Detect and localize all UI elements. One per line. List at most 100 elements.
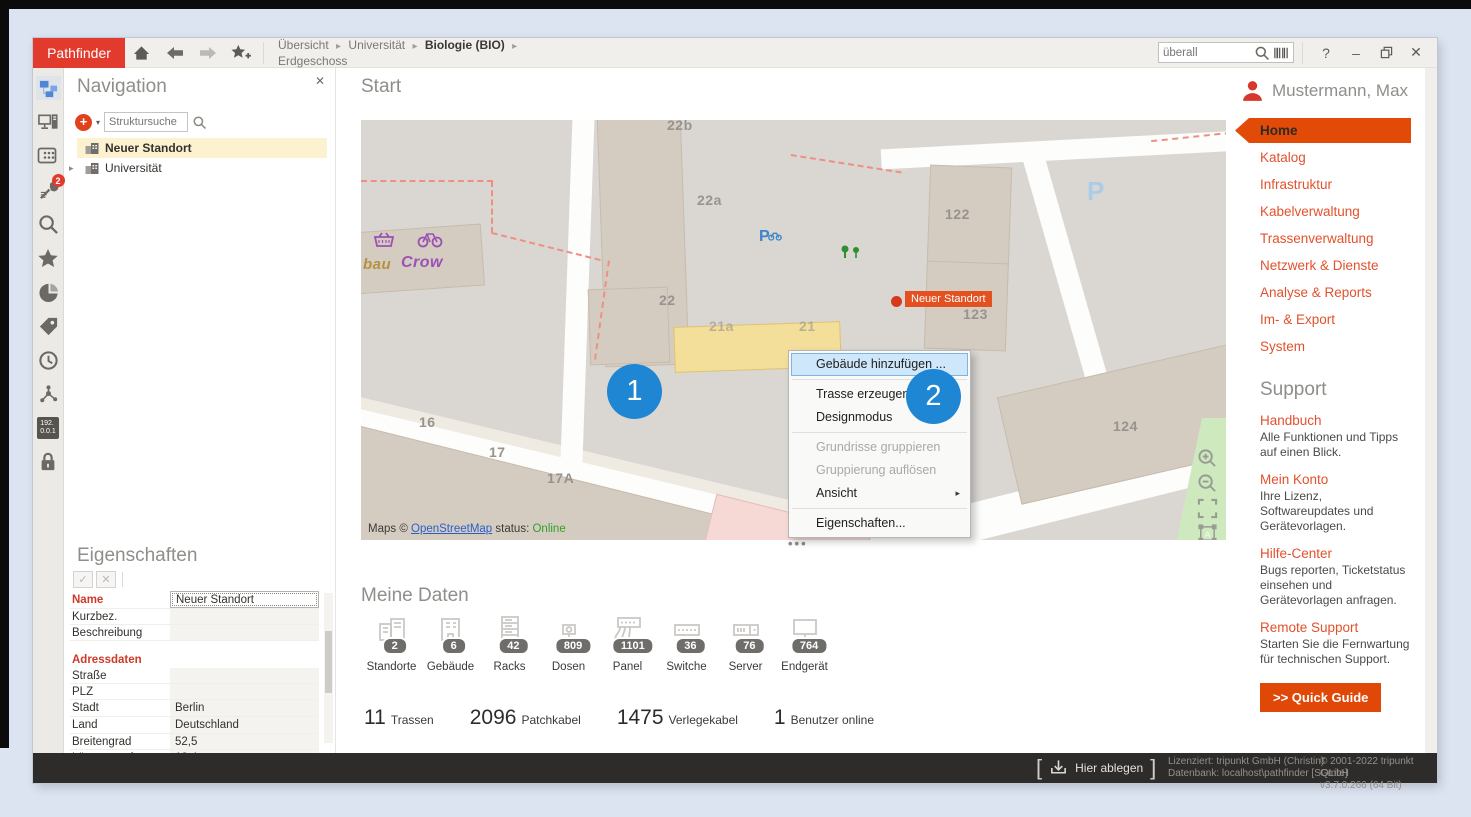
stat-server[interactable]: 76 Server	[716, 614, 775, 690]
breadcrumb-arrow-icon: ▸	[336, 41, 341, 52]
beschreibung-value[interactable]	[170, 625, 319, 640]
user-row[interactable]: Mustermann, Max	[1241, 80, 1425, 102]
select-area-button[interactable]: A	[1197, 523, 1218, 540]
rail-history-button[interactable]	[36, 348, 61, 372]
menu-im-export[interactable]: Im- & Export	[1235, 307, 1425, 332]
close-button[interactable]: ✕	[1401, 38, 1431, 68]
stat-dosen[interactable]: 809 Dosen	[539, 614, 598, 690]
zoom-in-button[interactable]	[1197, 448, 1218, 469]
stat-badge: 2	[382, 637, 408, 655]
help-button[interactable]: ?	[1311, 38, 1341, 68]
rail-patchpanel-button[interactable]	[36, 144, 61, 168]
property-row: Breitengrad 52,5	[70, 734, 319, 750]
property-grid: Name Neuer Standort Kurzbez. Beschreibun…	[70, 591, 319, 753]
support-link-hilfe-center[interactable]: Hilfe-Center	[1260, 546, 1425, 561]
map-road	[881, 131, 1226, 170]
barcode-scan-icon[interactable]	[1273, 46, 1289, 60]
add-node-dropdown-icon[interactable]: ▾	[96, 118, 100, 127]
stat-racks[interactable]: 42 Racks	[480, 614, 539, 690]
structure-search-input[interactable]	[104, 112, 188, 132]
map-resize-handle[interactable]: •••	[788, 536, 808, 551]
menu-item-eigenschaften[interactable]: Eigenschaften...	[791, 512, 968, 535]
tree-item-neuer-standort[interactable]: Neuer Standort	[65, 138, 335, 158]
pathfinder-window: Pathfinder Übersicht ▸ U	[33, 38, 1437, 783]
drop-zone[interactable]: [ Hier ablegen ]	[1036, 753, 1156, 783]
total-trassen: 11Trassen	[364, 706, 434, 730]
breadcrumb-item[interactable]: Universität	[348, 38, 405, 52]
rail-tools-button[interactable]: 2	[36, 178, 61, 202]
support-link-remote-support[interactable]: Remote Support	[1260, 620, 1425, 635]
properties-panel: Eigenschaften ✓ ✕ Name Neuer Standort Ku…	[65, 545, 336, 753]
rail-ip-management-button[interactable]: 192. 0.0.1	[36, 416, 61, 440]
map-label: 122	[945, 206, 970, 222]
search-icon[interactable]	[192, 115, 207, 130]
site-icon	[85, 162, 99, 175]
titlebar-divider	[1302, 42, 1303, 64]
menu-item-ansicht[interactable]: Ansicht ▸	[791, 482, 968, 505]
site-marker-dot[interactable]	[891, 296, 902, 307]
forward-button[interactable]	[191, 38, 224, 68]
bracket-icon: [	[1036, 755, 1042, 781]
apply-button[interactable]: ✓	[73, 571, 93, 588]
my-data-title: Meine Daten	[361, 585, 469, 607]
plz-value[interactable]	[170, 684, 319, 699]
menu-katalog[interactable]: Katalog	[1235, 145, 1425, 170]
add-node-button[interactable]: +	[75, 114, 92, 131]
rail-structure-button[interactable]	[36, 76, 61, 100]
menu-home[interactable]: Home	[1235, 118, 1411, 143]
global-search-input[interactable]	[1163, 47, 1254, 59]
rail-search-button[interactable]	[36, 212, 61, 236]
parking-label: P	[1087, 176, 1104, 207]
zoom-out-button[interactable]	[1197, 473, 1218, 494]
properties-toolbar: ✓ ✕	[73, 571, 123, 588]
home-button[interactable]	[125, 38, 158, 68]
menu-system[interactable]: System	[1235, 334, 1425, 359]
map-label: 17A	[547, 470, 574, 486]
tree-item-universitaet[interactable]: ▸ Universität	[65, 158, 335, 178]
menu-netzwerk-dienste[interactable]: Netzwerk & Dienste	[1235, 253, 1425, 278]
menu-analyse-reports[interactable]: Analyse & Reports	[1235, 280, 1425, 305]
stat-switche[interactable]: 36 Switche	[657, 614, 716, 690]
menu-kabelverwaltung[interactable]: Kabelverwaltung	[1235, 199, 1425, 224]
breadcrumb-item-current-building[interactable]: Biologie (BIO)	[425, 38, 505, 52]
add-favorite-button[interactable]	[224, 38, 257, 68]
land-value[interactable]: Deutschland	[170, 717, 319, 733]
menu-trassenverwaltung[interactable]: Trassenverwaltung	[1235, 226, 1425, 251]
navigation-close-button[interactable]: ✕	[315, 74, 325, 88]
minimize-button[interactable]: –	[1341, 38, 1371, 68]
site-marker-label[interactable]: Neuer Standort	[905, 291, 992, 307]
scrollbar-thumb[interactable]	[325, 631, 332, 693]
breadcrumb-item[interactable]: Übersicht	[278, 38, 329, 52]
app-logo[interactable]: Pathfinder	[33, 38, 125, 68]
rail-security-button[interactable]	[36, 450, 61, 474]
search-icon[interactable]	[1254, 45, 1270, 61]
tree-expander-icon[interactable]: ▸	[69, 163, 74, 174]
discard-button[interactable]: ✕	[96, 571, 116, 588]
stat-standorte[interactable]: 2 Standorte	[362, 614, 421, 690]
name-value-input[interactable]: Neuer Standort	[170, 591, 319, 608]
rail-topology-button[interactable]	[36, 382, 61, 406]
support-link-handbuch[interactable]: Handbuch	[1260, 413, 1425, 428]
menu-infrastruktur[interactable]: Infrastruktur	[1235, 172, 1425, 197]
restore-button[interactable]	[1371, 38, 1401, 68]
openstreetmap-link[interactable]: OpenStreetMap	[411, 523, 492, 535]
stat-gebaeude[interactable]: 6 Gebäude	[421, 614, 480, 690]
stat-endgeraet[interactable]: 764 Endgerät	[775, 614, 834, 690]
breadcrumb-item-floor[interactable]: Erdgeschoss	[278, 54, 347, 68]
breitengrad-value[interactable]: 52,5	[170, 734, 319, 749]
kurzbez-value[interactable]	[170, 609, 319, 624]
strasse-value[interactable]	[170, 668, 319, 683]
support-link-mein-konto[interactable]: Mein Konto	[1260, 472, 1425, 487]
version-info: © 2001-2022 tripunkt GmbH v3.7.0.266 (64…	[1320, 756, 1437, 792]
rail-reports-button[interactable]	[36, 280, 61, 304]
rail-workstation-button[interactable]	[36, 110, 61, 134]
quick-guide-button[interactable]: >> Quick Guide	[1260, 683, 1381, 712]
properties-scrollbar[interactable]	[324, 593, 333, 743]
rail-favorites-button[interactable]	[36, 246, 61, 270]
back-button[interactable]	[158, 38, 191, 68]
fit-view-button[interactable]	[1197, 498, 1218, 519]
rail-tags-button[interactable]	[36, 314, 61, 338]
stadt-value[interactable]: Berlin	[170, 700, 319, 716]
stat-panel[interactable]: 1101 Panel	[598, 614, 657, 690]
bicycle-icon	[417, 230, 443, 248]
